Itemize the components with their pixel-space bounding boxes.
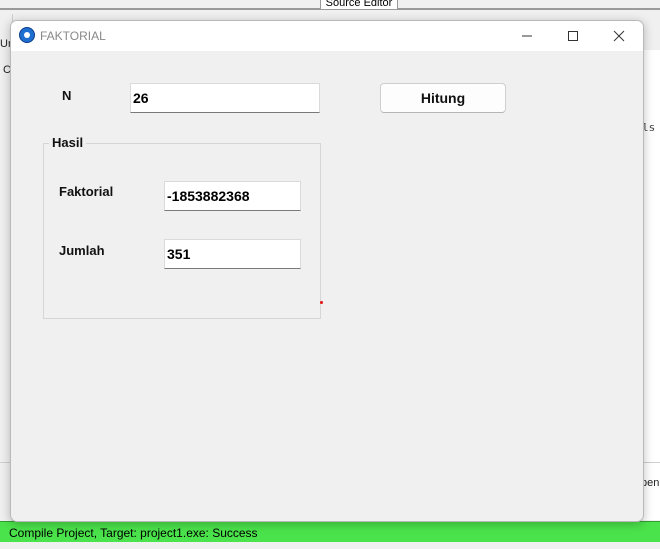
n-label: N — [62, 88, 72, 103]
hasil-caption: Hasil — [49, 135, 87, 150]
n-input[interactable]: 26 — [130, 83, 320, 113]
status-text: Compile Project, Target: project1.exe: S… — [9, 526, 258, 540]
ide-bottom-area — [0, 542, 660, 549]
jumlah-field[interactable]: 351 — [164, 239, 301, 269]
hasil-groupbox — [43, 143, 321, 319]
tab-source-editor[interactable]: Source Editor — [320, 0, 398, 10]
faktorial-window: FAKTORIAL N 26 Hitung Hasil Faktorial -1… — [10, 20, 644, 522]
title-bar[interactable]: FAKTORIAL — [11, 21, 643, 51]
minimize-button[interactable] — [504, 21, 550, 51]
design-marker-dot — [320, 301, 323, 304]
hitung-button[interactable]: Hitung — [380, 83, 506, 113]
maximize-icon — [568, 31, 578, 41]
window-title: FAKTORIAL — [40, 29, 106, 43]
maximize-button[interactable] — [550, 21, 596, 51]
status-bar: Compile Project, Target: project1.exe: S… — [0, 521, 660, 543]
app-icon — [19, 27, 35, 43]
jumlah-label: Jumlah — [59, 243, 105, 258]
close-button[interactable] — [596, 21, 642, 51]
minimize-icon — [522, 35, 532, 37]
faktorial-field[interactable]: -1853882368 — [164, 181, 301, 211]
faktorial-label: Faktorial — [59, 184, 114, 199]
close-icon — [613, 30, 625, 42]
